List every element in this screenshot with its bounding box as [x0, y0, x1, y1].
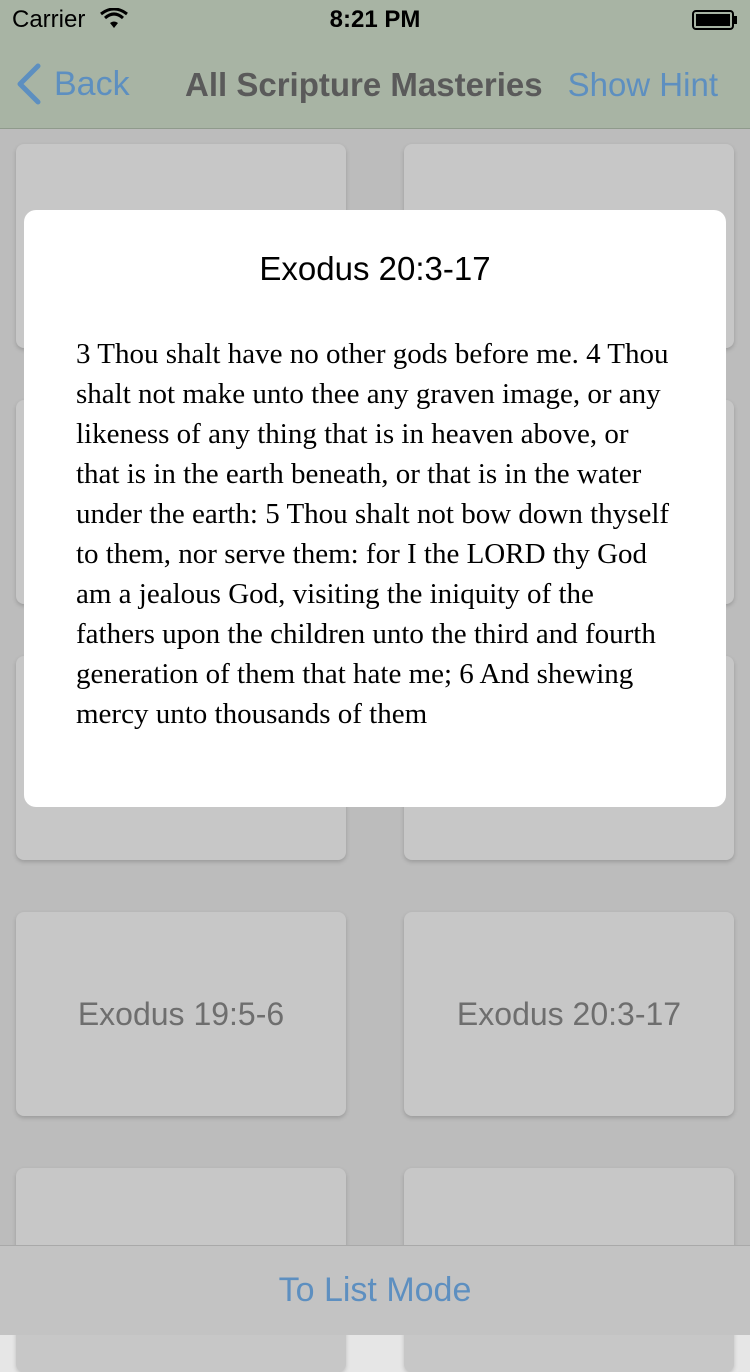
- scripture-text[interactable]: 3 Thou shalt have no other gods before m…: [76, 334, 676, 759]
- scripture-card[interactable]: Exodus 20:3-17: [404, 912, 734, 1116]
- battery-icon: [692, 10, 737, 30]
- popup-title: Exodus 20:3-17: [259, 250, 491, 287]
- back-button[interactable]: Back: [14, 62, 130, 106]
- status-time: 8:21 PM: [329, 6, 421, 33]
- status-bar: Carrier 8:21 PM: [0, 0, 750, 40]
- show-hint-button[interactable]: Show Hint: [568, 66, 718, 104]
- page-title: All Scripture Masteries: [185, 66, 543, 103]
- bottom-toolbar: To List Mode: [0, 1245, 750, 1335]
- back-label: Back: [54, 64, 130, 103]
- chevron-left-icon: [17, 63, 41, 105]
- scripture-card[interactable]: Exodus 19:5-6: [16, 912, 346, 1116]
- list-mode-button[interactable]: To List Mode: [279, 1271, 472, 1310]
- navigation-bar: Back All Scripture Masteries Show Hint: [0, 40, 750, 129]
- scripture-popup[interactable]: Exodus 20:3-17 3 Thou shalt have no othe…: [24, 210, 726, 807]
